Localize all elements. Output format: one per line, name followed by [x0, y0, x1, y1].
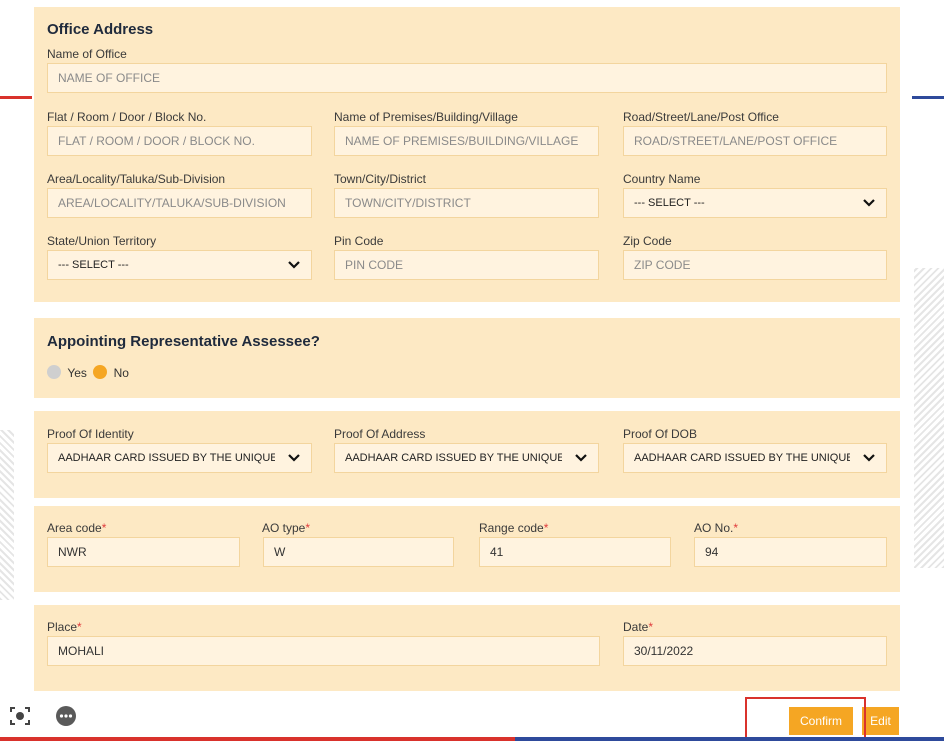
- screenshot-capture-icon[interactable]: [9, 705, 31, 727]
- range-code-input[interactable]: 41: [479, 537, 671, 567]
- premises-label: Name of Premises/Building/Village: [334, 110, 518, 124]
- proof-identity-label: Proof Of Identity: [47, 427, 134, 441]
- name-of-office-input[interactable]: NAME OF OFFICE: [47, 63, 887, 93]
- ao-no-label-text: AO No.: [694, 521, 734, 535]
- edit-button[interactable]: Edit: [862, 707, 899, 735]
- background-seal-right: [914, 268, 944, 568]
- country-label: Country Name: [623, 172, 701, 186]
- state-select[interactable]: --- SELECT ---: [47, 250, 312, 280]
- place-label-text: Place: [47, 620, 78, 634]
- chevron-down-icon: [288, 454, 300, 462]
- ao-type-input[interactable]: W: [263, 537, 454, 567]
- proof-address-value: AADHAAR CARD ISSUED BY THE UNIQUE IDE: [345, 452, 562, 464]
- state-label: State/Union Territory: [47, 234, 157, 248]
- proof-identity-select[interactable]: AADHAAR CARD ISSUED BY THE UNIQUE IDE: [47, 443, 312, 473]
- office-address-panel: Office Address Name of Office NAME OF OF…: [34, 7, 900, 302]
- required-mark: *: [305, 521, 311, 535]
- radio-yes[interactable]: [47, 365, 61, 379]
- ao-panel: Area code* NWR AO type* W Range code* 41…: [34, 506, 900, 592]
- place-label: Place*: [47, 620, 82, 634]
- proof-dob-select[interactable]: AADHAAR CARD ISSUED BY THE UNIQUE IDE: [623, 443, 887, 473]
- town-label: Town/City/District: [334, 172, 427, 186]
- background-seal-left: [0, 430, 14, 600]
- chevron-down-icon: [575, 454, 587, 462]
- chevron-down-icon: [288, 261, 300, 269]
- required-mark: *: [77, 620, 82, 634]
- ao-type-label: AO type*: [262, 521, 310, 535]
- date-input[interactable]: 30/11/2022: [623, 636, 887, 666]
- representative-title: Appointing Representative Assessee?: [47, 333, 320, 350]
- date-label: Date*: [623, 620, 653, 634]
- radio-no[interactable]: [93, 365, 108, 379]
- road-label: Road/Street/Lane/Post Office: [623, 110, 779, 124]
- proofs-panel: Proof Of Identity AADHAAR CARD ISSUED BY…: [34, 411, 900, 498]
- premises-input[interactable]: NAME OF PREMISES/BUILDING/VILLAGE: [334, 126, 599, 156]
- zip-input[interactable]: ZIP CODE: [623, 250, 887, 280]
- chevron-down-icon: [863, 454, 875, 462]
- flat-label: Flat / Room / Door / Block No.: [47, 110, 207, 124]
- proof-address-label: Proof Of Address: [334, 427, 426, 441]
- flat-input[interactable]: FLAT / ROOM / DOOR / BLOCK NO.: [47, 126, 312, 156]
- area-code-label: Area code*: [47, 521, 106, 535]
- confirm-highlight-box: [745, 697, 866, 741]
- state-select-value: --- SELECT ---: [58, 259, 129, 271]
- road-input[interactable]: ROAD/STREET/LANE/POST OFFICE: [623, 126, 887, 156]
- chevron-down-icon: [863, 199, 875, 207]
- town-input[interactable]: TOWN/CITY/DISTRICT: [334, 188, 599, 218]
- date-label-text: Date: [623, 620, 649, 634]
- decorative-red-line: [0, 96, 32, 99]
- radio-yes-label[interactable]: Yes: [67, 366, 87, 380]
- more-options-icon[interactable]: [55, 705, 77, 727]
- proof-identity-value: AADHAAR CARD ISSUED BY THE UNIQUE IDE: [58, 452, 275, 464]
- representative-panel: Appointing Representative Assessee? Yes …: [34, 318, 900, 398]
- place-date-panel: Place* MOHALI Date* 30/11/2022: [34, 605, 900, 691]
- ao-type-label-text: AO type: [262, 521, 306, 535]
- required-mark: *: [101, 521, 107, 535]
- area-input[interactable]: AREA/LOCALITY/TALUKA/SUB-DIVISION: [47, 188, 312, 218]
- country-select[interactable]: --- SELECT ---: [623, 188, 887, 218]
- required-mark: *: [733, 521, 739, 535]
- representative-radio-group: Yes No: [47, 365, 129, 380]
- range-code-label-text: Range code: [479, 521, 544, 535]
- pin-input[interactable]: PIN CODE: [334, 250, 599, 280]
- country-select-value: --- SELECT ---: [634, 197, 705, 209]
- ao-no-input[interactable]: 94: [694, 537, 887, 567]
- bottom-bar-red: [0, 737, 515, 741]
- required-mark: *: [543, 521, 549, 535]
- name-of-office-label: Name of Office: [47, 47, 127, 61]
- place-input[interactable]: MOHALI: [47, 636, 600, 666]
- area-code-input[interactable]: NWR: [47, 537, 240, 567]
- pin-label: Pin Code: [334, 234, 384, 248]
- decorative-blue-line: [912, 96, 944, 99]
- required-mark: *: [648, 620, 654, 634]
- area-label: Area/Locality/Taluka/Sub-Division: [47, 172, 226, 186]
- area-code-label-text: Area code: [47, 521, 102, 535]
- proof-address-select[interactable]: AADHAAR CARD ISSUED BY THE UNIQUE IDE: [334, 443, 599, 473]
- bottom-bar-blue: [515, 737, 944, 741]
- proof-dob-value: AADHAAR CARD ISSUED BY THE UNIQUE IDE: [634, 452, 850, 464]
- office-address-title: Office Address: [47, 21, 154, 38]
- proof-dob-label: Proof Of DOB: [623, 427, 698, 441]
- radio-no-label[interactable]: No: [114, 366, 129, 380]
- zip-label: Zip Code: [623, 234, 672, 248]
- ao-no-label: AO No.*: [694, 521, 738, 535]
- range-code-label: Range code*: [479, 521, 548, 535]
